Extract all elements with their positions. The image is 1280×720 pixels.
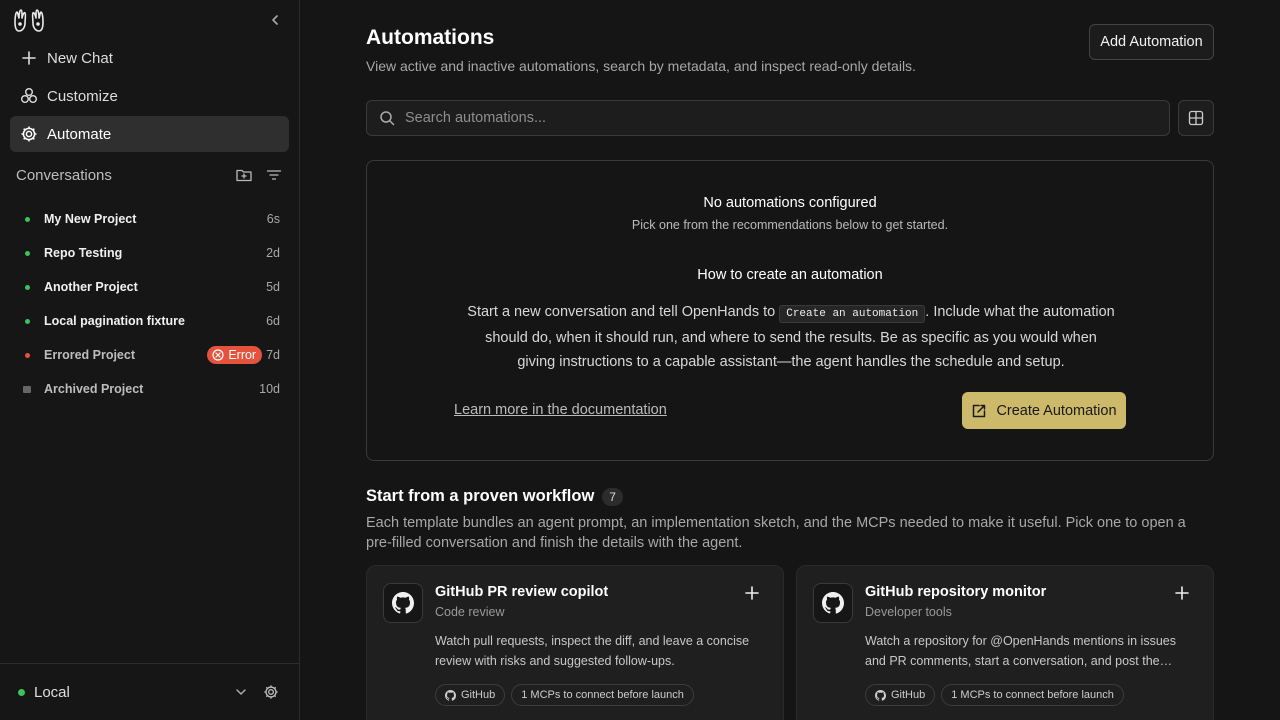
conversation-item[interactable]: Local pagination fixture 6d [16,304,280,338]
workflow-card[interactable]: GitHub repository monitor Developer tool… [796,565,1214,720]
conversation-name: Local pagination fixture [44,314,185,328]
create-automation-label: Create Automation [996,402,1117,419]
chevron-down-icon[interactable] [235,688,247,696]
mcp-chip: 1 MCPs to connect before launch [511,684,694,706]
error-badge: Error [207,346,263,364]
automate-label: Automate [47,125,112,143]
conversation-item[interactable]: Repo Testing 2d [16,236,280,270]
collapse-sidebar-icon[interactable] [268,12,282,28]
status-dot [25,352,30,358]
github-chip-label: GitHub [891,689,926,701]
card-title: GitHub repository monitor [865,584,1047,600]
error-icon [212,349,224,361]
mcp-chip: 1 MCPs to connect before launch [941,684,1124,706]
how-to-title: How to create an automation [697,267,883,283]
conversation-item[interactable]: Another Project 5d [16,270,280,304]
customize-label: Customize [47,87,118,105]
archive-icon [23,385,31,393]
new-folder-icon[interactable] [236,168,252,182]
status-dot [25,284,30,290]
plus-icon [20,49,38,67]
customize-icon [20,87,38,105]
conversation-time: 7d [266,348,280,362]
github-chip-label: GitHub [461,689,496,701]
github-chip: GitHub [435,684,506,706]
conversation-name: Another Project [44,280,138,294]
github-small-icon [875,689,886,701]
conversation-item[interactable]: My New Project 6s [16,202,280,236]
add-plus-icon[interactable] [745,586,759,600]
conversation-item[interactable]: Archived Project 10d [16,372,280,406]
workflows-count-badge: 7 [602,487,623,506]
conversation-name: Archived Project [44,382,144,396]
status-dot [25,318,30,324]
page-subtitle: View active and inactive automations, se… [366,58,916,74]
add-automation-button[interactable]: Add Automation [1089,24,1214,60]
empty-subtitle: Pick one from the recommendations below … [631,218,949,232]
search-box[interactable] [366,100,1170,136]
filter-icon[interactable] [266,168,282,182]
conversation-name: Repo Testing [44,246,123,260]
automate-button[interactable]: Automate [10,116,289,152]
error-badge-label: Error [228,348,257,362]
workflow-card[interactable]: GitHub PR review copilot Code review Wat… [366,565,784,720]
card-chips: GitHub 1 MCPs to connect before launch [865,684,1124,706]
conversation-list: My New Project 6s Repo Testing 2d Anothe… [16,202,280,406]
runtime-selector[interactable]: Local [0,663,299,720]
page-title: Automations [366,26,495,49]
card-title: GitHub PR review copilot [435,584,609,600]
new-chat-button[interactable]: New Chat [10,40,289,76]
runtime-status-dot [18,688,25,696]
runtime-label: Local [34,683,70,701]
new-chat-label: New Chat [47,49,113,67]
grid-view-button[interactable] [1178,100,1214,136]
conversations-header: Conversations [16,164,282,186]
card-chips: GitHub 1 MCPs to connect before launch [435,684,694,706]
settings-gear-icon[interactable] [263,684,279,700]
empty-state-panel: No automations configured Pick one from … [366,160,1214,461]
conversation-time: 10d [259,382,280,396]
openhands-logo-icon[interactable] [12,8,46,32]
conversation-time: 2d [266,246,280,260]
sidebar: New Chat Customize Automate Conversation… [0,0,300,720]
workflows-description: Each template bundles an agent prompt, a… [366,515,1186,551]
how-to-text-pre: Start a new conversation and tell OpenHa… [467,304,776,320]
main-content: Automations View active and inactive aut… [300,0,1280,720]
customize-button[interactable]: Customize [10,78,289,114]
conversation-name: My New Project [44,212,137,226]
status-dot [25,216,30,222]
add-plus-icon[interactable] [1175,586,1189,600]
create-automation-button[interactable]: Create Automation [962,392,1126,429]
conversation-time: 6s [266,212,280,226]
search-input[interactable] [405,110,1105,126]
github-icon [813,583,853,623]
card-category: Code review [435,605,505,619]
github-small-icon [445,689,456,701]
external-create-icon [973,404,986,417]
command-code: Create an automation [779,305,926,323]
conversation-time: 5d [266,280,280,294]
card-description: Watch pull requests, inspect the diff, a… [435,634,750,668]
conversation-name: Errored Project [44,348,136,362]
card-category: Developer tools [865,605,952,619]
documentation-link[interactable]: Learn more in the documentation [454,402,667,418]
card-description: Watch a repository for @OpenHands mentio… [865,634,1176,668]
how-to-body: Start a new conversation and tell OpenHa… [467,300,1115,374]
conversation-item[interactable]: Errored Project Error 7d [16,338,280,372]
workflows-title: Start from a proven workflow 7 [366,487,623,506]
github-chip: GitHub [865,684,936,706]
github-icon [383,583,423,623]
empty-title: No automations configured [703,195,877,211]
search-icon [380,111,395,126]
grid-icon [1188,110,1204,126]
conversation-time: 6d [266,314,280,328]
status-dot [25,250,30,256]
gear-icon [20,125,38,143]
conversations-label: Conversations [16,166,112,184]
workflows-title-text: Start from a proven workflow [366,487,595,505]
